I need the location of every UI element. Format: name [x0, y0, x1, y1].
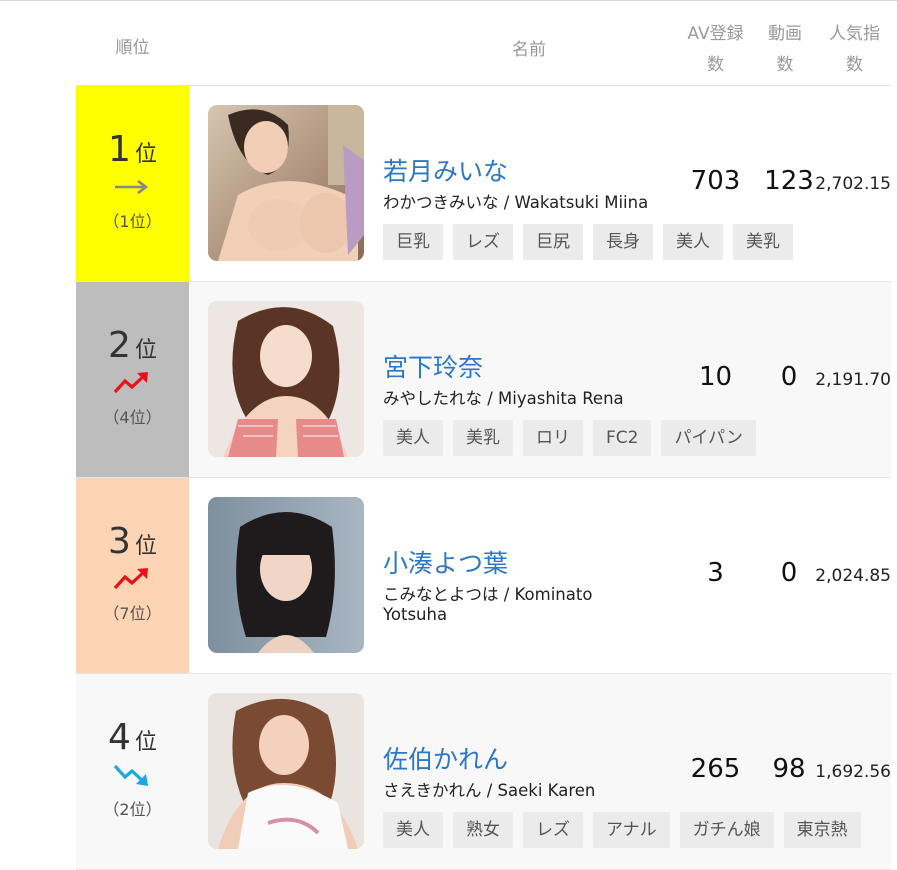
header-videos-line2: 数: [776, 55, 794, 75]
header-av-count: AV登録数: [677, 19, 754, 81]
tag-list: 巨乳 レズ 巨尻 長身 美人 美乳: [383, 224, 803, 260]
actress-name-link[interactable]: 若月みいな: [383, 152, 508, 188]
tag[interactable]: 東京熱: [783, 812, 861, 848]
actress-photo[interactable]: [208, 301, 364, 457]
av-count: 3: [707, 558, 724, 588]
trend-down-icon: [113, 764, 148, 786]
rank-suffix: 位: [134, 730, 157, 755]
tag[interactable]: レズ: [453, 224, 513, 260]
header-popularity-line1: 人気指: [829, 24, 880, 44]
actress-kana: こみなとよつは / Kominato Yotsuha: [383, 585, 593, 624]
tag[interactable]: 巨尻: [523, 224, 583, 260]
ranking-table: 順位 名前 AV登録数 動画数 人気指数 1位 （1位） 若月みいな わかつきみ…: [76, 1, 891, 870]
tag[interactable]: パイパン: [661, 420, 756, 456]
tag[interactable]: レズ: [523, 812, 583, 848]
tag[interactable]: 美人: [663, 224, 723, 260]
video-count: 0: [780, 362, 798, 392]
tag-list: 美人 熟女 レズ アナル ガチん娘 東京熱: [383, 812, 871, 848]
tag[interactable]: 熟女: [453, 812, 513, 848]
table-header: 順位 名前 AV登録数 動画数 人気指数: [76, 1, 891, 86]
popularity-score: 2,024.85: [815, 566, 891, 586]
header-videos-line1: 動画: [768, 24, 802, 44]
rank-value: 3: [108, 521, 131, 562]
tag[interactable]: 美人: [383, 812, 443, 848]
trend-up-icon: [113, 568, 148, 590]
actress-kana: わかつきみいな / Wakatsuki Miina: [383, 193, 649, 212]
rank-suffix: 位: [134, 534, 157, 559]
tag[interactable]: 美乳: [453, 420, 513, 456]
table-row: 3位 （7位） 小湊よつ葉 こみなとよつは / Kominato Yotsuha…: [76, 478, 891, 674]
popularity-score: 2,191.70: [815, 370, 891, 390]
header-rank: 順位: [115, 38, 150, 58]
actress-name-link[interactable]: 宮下玲奈: [383, 348, 483, 384]
table-row: 2位 （4位） 宮下玲奈 みやしたれな / Miyashita Rena 美人 …: [76, 282, 891, 478]
previous-rank: （2位）: [103, 800, 162, 819]
previous-rank: （4位）: [103, 408, 162, 427]
rank-cell: 3位 （7位）: [76, 478, 189, 673]
video-count: 98: [772, 754, 806, 784]
tag[interactable]: ガチん娘: [679, 812, 774, 848]
actress-photo[interactable]: [208, 497, 364, 653]
tag[interactable]: 長身: [593, 224, 653, 260]
header-videos: 動画数: [756, 19, 814, 81]
actress-photo[interactable]: [208, 105, 364, 261]
rank-cell: 1位 （1位）: [76, 86, 189, 281]
actress-kana: みやしたれな / Miyashita Rena: [383, 389, 624, 408]
rank-number: 1位: [76, 130, 189, 175]
popularity-score: 1,692.56: [815, 762, 891, 782]
actress-name-link[interactable]: 小湊よつ葉: [383, 544, 508, 580]
rank-suffix: 位: [134, 338, 157, 363]
popularity-score: 2,702.15: [815, 174, 891, 194]
header-av-line2: 数: [707, 55, 724, 75]
av-count: 703: [690, 166, 741, 196]
tag[interactable]: ロリ: [523, 420, 583, 456]
previous-rank: （7位）: [103, 604, 162, 623]
table-row: 4位 （2位） 佐伯かれん さえきかれん / Saeki Karen 美人 熟女レ…: [76, 674, 891, 870]
trend-up-icon: [113, 372, 148, 394]
header-popularity: 人気指数: [818, 19, 891, 81]
video-count: 0: [780, 558, 798, 588]
arrow-right-icon: [115, 179, 149, 195]
tag[interactable]: 巨乳: [383, 224, 443, 260]
tag-list: 美人 美乳 ロリ FC2 パイパン: [383, 420, 766, 456]
tag[interactable]: 美乳: [733, 224, 793, 260]
actress-kana: さえきかれん / Saeki Karen: [383, 781, 596, 800]
actress-photo[interactable]: [208, 693, 364, 849]
video-count: 123: [764, 166, 814, 196]
av-count: 10: [698, 362, 733, 392]
rank-number: 3位: [76, 522, 189, 567]
rank-value: 2: [108, 325, 131, 366]
tag[interactable]: 美人: [383, 420, 443, 456]
rank-number: 2位: [76, 326, 189, 371]
header-popularity-line2: 数: [846, 55, 863, 75]
rank-suffix: 位: [134, 142, 157, 167]
header-av-line1: AV登録: [687, 24, 744, 44]
table-row: 1位 （1位） 若月みいな わかつきみいな / Wakatsuki Miina …: [76, 86, 891, 282]
rank-value: 4: [108, 717, 131, 758]
rank-value: 1: [108, 129, 131, 170]
rank-number: 4位: [76, 718, 189, 763]
rank-cell: 2位 （4位）: [76, 282, 189, 477]
header-name: 名前: [512, 40, 546, 60]
actress-name-link[interactable]: 佐伯かれん: [383, 740, 508, 776]
tag[interactable]: アナル: [593, 812, 670, 848]
rank-cell: 4位 （2位）: [76, 674, 189, 869]
tag[interactable]: FC2: [593, 420, 652, 456]
previous-rank: （1位）: [103, 212, 162, 231]
av-count: 265: [690, 754, 741, 784]
